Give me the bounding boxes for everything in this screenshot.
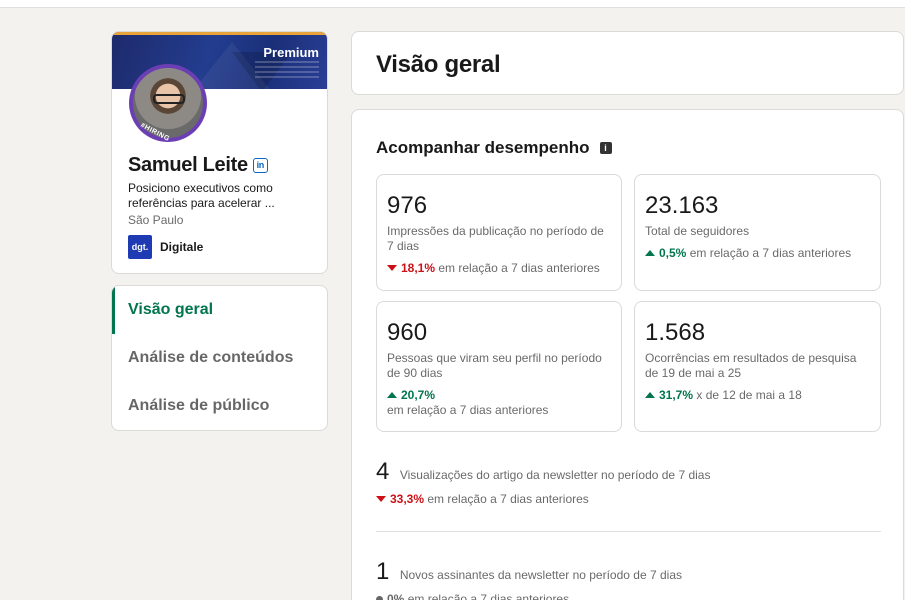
linkedin-verified-icon: in — [252, 158, 268, 173]
nav-item-overview[interactable]: Visão geral — [112, 286, 327, 334]
page-title-card: Visão geral — [351, 31, 904, 95]
trend-percent: 18,1% — [401, 261, 436, 275]
section-title-row: Acompanhar desempenho i — [376, 138, 612, 158]
stat-trend: 20,7% em relação a 7 dias anteriores — [387, 388, 611, 418]
stat-value: 1 — [376, 558, 390, 585]
trend-percent: 20,7% — [401, 388, 436, 402]
section-title: Acompanhar desempenho — [376, 138, 590, 157]
stat-trend: 33,3% em relação a 7 dias anteriores — [376, 492, 710, 507]
trend-text: em relação a 7 dias anteriores — [689, 246, 852, 260]
divider — [376, 531, 881, 532]
nav-item-content-analytics[interactable]: Análise de conteúdos — [112, 334, 327, 382]
trend-text: x de 12 de mai a 18 — [696, 388, 802, 402]
stat-value: 976 — [387, 192, 428, 219]
stat-trend: 18,1% em relação a 7 dias anteriores — [387, 261, 611, 276]
newsletter-subscribers-stat[interactable]: 1 Novos assinantes da newsletter no perí… — [376, 558, 682, 600]
trend-neutral-icon — [376, 596, 383, 600]
profile-location: São Paulo — [128, 213, 184, 227]
analytics-nav: Visão geral Análise de conteúdos Análise… — [111, 285, 328, 431]
trend-text: em relação a 7 dias anteriores — [438, 261, 600, 275]
nav-item-label: Visão geral — [128, 301, 214, 318]
trend-up-icon — [645, 392, 655, 398]
profile-name-row: Samuel Leite in — [128, 154, 268, 177]
profile-headline: Posiciono executivos como referências pa… — [128, 181, 275, 210]
nav-item-label: Análise de público — [128, 397, 270, 414]
trend-down-icon — [376, 496, 386, 502]
newsletter-views-stat[interactable]: 4 Visualizações do artigo da newsletter … — [376, 458, 710, 507]
profile-card: Premium #HIRING Samuel Leite in Posicion… — [111, 31, 328, 274]
trend-up-icon — [387, 392, 397, 398]
info-icon[interactable]: i — [599, 142, 612, 154]
top-nav-bar — [0, 0, 905, 8]
trend-percent: 31,7% — [659, 388, 694, 402]
premium-banner-subtext — [255, 61, 319, 79]
trend-up-icon — [645, 250, 655, 256]
nav-item-audience-analytics[interactable]: Análise de público — [112, 382, 327, 430]
trend-percent: 0,5% — [659, 246, 687, 260]
stat-label: Pessoas que viram seu perfil no período … — [387, 351, 602, 380]
stat-card-followers[interactable]: 23.163 Total de seguidores 0,5% em relaç… — [634, 174, 881, 291]
stat-label: Impressões da publicação no período de 7… — [387, 224, 604, 253]
trend-text: em relação a 7 dias anteriores — [407, 592, 570, 600]
stat-label: Ocorrências em resultados de pesquisa de… — [645, 351, 857, 380]
stat-value: 960 — [387, 319, 428, 346]
page-title: Visão geral — [376, 51, 501, 78]
trend-percent: 0% — [387, 592, 405, 600]
stat-card-impressions[interactable]: 976 Impressões da publicação no período … — [376, 174, 622, 291]
stat-card-profile-views[interactable]: 960 Pessoas que viram seu perfil no perí… — [376, 301, 622, 432]
stat-trend: 31,7% x de 12 de mai a 18 — [645, 388, 870, 403]
profile-name[interactable]: Samuel Leite — [128, 154, 248, 177]
stat-label: Visualizações do artigo da newsletter no… — [399, 468, 711, 482]
trend-text: em relação a 7 dias anteriores — [427, 492, 589, 506]
premium-label: Premium — [263, 45, 319, 60]
stat-label: Total de seguidores — [645, 224, 750, 238]
trend-text: em relação a 7 dias anteriores — [387, 403, 549, 417]
company-link[interactable]: dgt. Digitale — [128, 235, 203, 259]
stat-value: 23.163 — [645, 192, 719, 219]
avatar[interactable]: #HIRING — [129, 64, 207, 143]
trend-down-icon — [387, 265, 397, 271]
company-name: Digitale — [160, 240, 204, 254]
stat-card-search-appearances[interactable]: 1.568 Ocorrências em resultados de pesqu… — [634, 301, 881, 432]
trend-percent: 33,3% — [390, 492, 425, 506]
nav-item-label: Análise de conteúdos — [128, 349, 294, 366]
stat-value: 1.568 — [645, 319, 706, 346]
stat-trend: 0% em relação a 7 dias anteriores — [376, 592, 682, 600]
stat-trend: 0,5% em relação a 7 dias anteriores — [645, 246, 870, 261]
performance-card: Acompanhar desempenho i 976 Impressões d… — [351, 109, 904, 600]
company-logo-icon: dgt. — [128, 235, 152, 259]
stat-value: 4 — [376, 458, 390, 485]
stat-label: Novos assinantes da newsletter no períod… — [399, 568, 682, 582]
